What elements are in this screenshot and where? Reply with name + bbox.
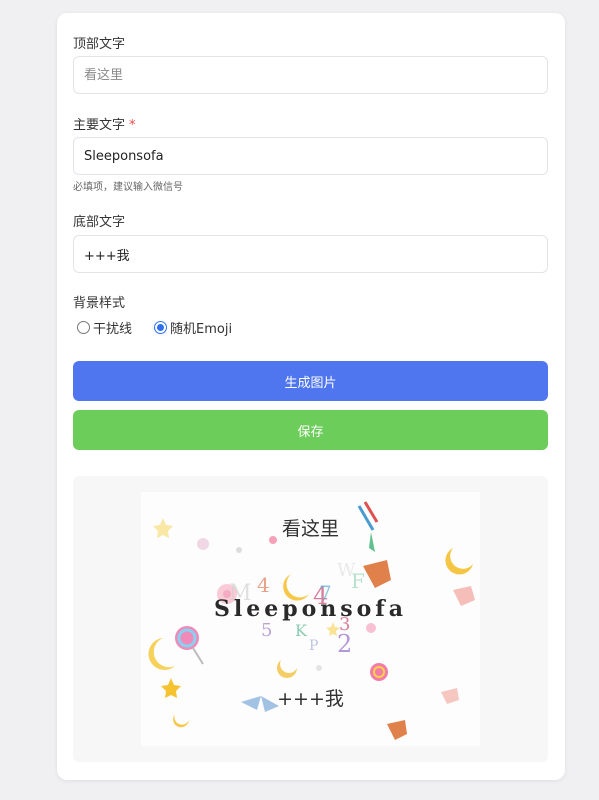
noise-char: K <box>295 621 308 640</box>
flower-icon <box>366 623 376 633</box>
fan-icon <box>387 720 407 740</box>
noise-char: F <box>351 569 365 593</box>
moon-icon <box>173 714 189 728</box>
generate-image-button[interactable]: 生成图片 <box>73 361 548 401</box>
noise-char: 4 <box>257 573 270 597</box>
save-button[interactable]: 保存 <box>73 410 548 450</box>
preview-area: 4 M 4 7 W F 5 K 3 2 P 看这里 Sleeponsofa ++… <box>73 476 548 762</box>
moon-icon <box>148 638 175 670</box>
radio-button-random-emoji[interactable] <box>154 321 168 334</box>
noise-char: 5 <box>261 620 272 641</box>
preview-bottom-text: +++我 <box>277 688 344 710</box>
main-text-input[interactable] <box>73 137 548 175</box>
radio-label-random-emoji: 随机Emoji <box>170 322 233 337</box>
form-card: 顶部文字 主要文字* 必填项，建议输入微信号 底部文字 背景样式 干扰线 随机E… <box>57 13 565 780</box>
bottom-text-label: 底部文字 <box>73 215 126 230</box>
noise-char: 2 <box>337 630 352 658</box>
background-style-radio-group: 干扰线 随机Emoji <box>77 318 254 337</box>
noise-char: P <box>309 638 318 654</box>
main-text-label: 主要文字 * <box>73 114 136 133</box>
background-style-label: 背景样式 <box>73 296 126 311</box>
radio-button-interference-lines[interactable] <box>77 321 90 334</box>
required-mark: * <box>129 118 136 133</box>
moon-icon <box>277 660 297 678</box>
top-text-label: 顶部文字 <box>73 37 126 52</box>
top-text-input[interactable] <box>73 56 548 94</box>
lollipop-icon <box>175 626 204 665</box>
main-text-label-text: 主要文字 <box>73 118 126 133</box>
lollipop-icon <box>370 663 388 681</box>
preview-main-text: Sleeponsofa <box>213 596 408 622</box>
radio-label-interference-lines: 干扰线 <box>93 322 133 337</box>
fan-icon <box>363 560 391 588</box>
generated-image-preview: 4 M 4 7 W F 5 K 3 2 P 看这里 Sleeponsofa ++… <box>141 492 480 746</box>
radio-option-interference-lines[interactable]: 干扰线 <box>77 318 132 337</box>
sparkle-icon <box>236 547 242 553</box>
moon-icon <box>445 548 473 575</box>
radio-option-random-emoji[interactable]: 随机Emoji <box>154 318 232 337</box>
main-text-hint: 必填项，建议输入微信号 <box>73 182 183 193</box>
sparkle-icon <box>316 665 322 671</box>
bottom-text-input[interactable] <box>73 235 548 273</box>
preview-top-text: 看这里 <box>281 518 339 540</box>
